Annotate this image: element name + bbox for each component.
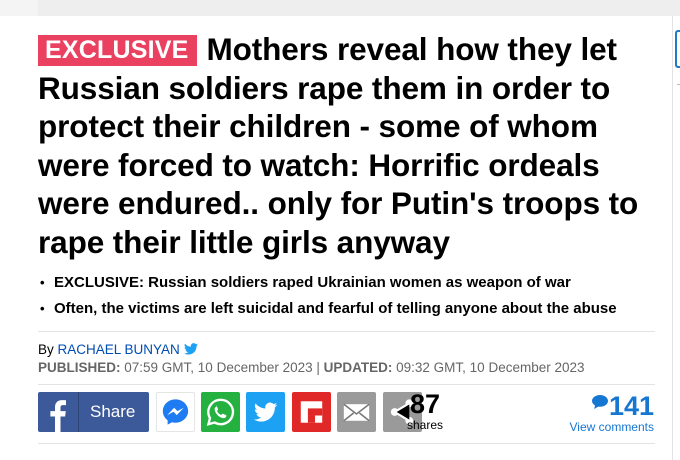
exclusive-badge: EXCLUSIVE xyxy=(38,35,197,66)
email-icon xyxy=(343,403,370,422)
bullet-lead: EXCLUSIVE: xyxy=(54,274,145,291)
updated-value: 09:32 GMT, 10 December 2023 xyxy=(392,360,585,375)
twitter-bird-icon[interactable] xyxy=(183,343,198,355)
byline-prefix: By xyxy=(38,342,58,357)
comment-count-number[interactable]: 141 xyxy=(609,391,654,421)
comment-count[interactable]: 141 xyxy=(570,393,654,420)
twitter-share-button[interactable] xyxy=(246,392,285,432)
whatsapp-icon xyxy=(206,398,235,426)
publish-dates: PUBLISHED: 07:59 GMT, 10 December 2023 |… xyxy=(38,359,585,376)
published-label: PUBLISHED: xyxy=(38,360,121,375)
sidebar-widget-edge[interactable] xyxy=(675,30,680,68)
divider xyxy=(38,443,655,444)
summary-bullet: • Often, the victims are left suicidal an… xyxy=(40,296,660,322)
right-sidebar-edge xyxy=(672,16,680,460)
byline: By RACHAEL BUNYAN xyxy=(38,341,198,358)
messenger-share-button[interactable] xyxy=(156,392,195,432)
bullet-dot-icon: • xyxy=(40,301,45,316)
flipboard-icon xyxy=(300,401,323,423)
share-count: 87 shares xyxy=(404,389,446,433)
twitter-icon xyxy=(253,402,278,422)
updated-label: UPDATED: xyxy=(323,360,393,375)
view-comments-link[interactable]: View comments xyxy=(570,420,654,434)
summary-bullet: • EXCLUSIVE: Russian soldiers raped Ukrai… xyxy=(40,270,660,296)
facebook-icon xyxy=(38,392,79,432)
facebook-share-button[interactable]: Share xyxy=(38,392,149,432)
published-value: 07:59 GMT, 10 December 2023 | xyxy=(120,360,324,375)
share-count-number: 87 xyxy=(409,389,441,419)
bullet-text: Russian soldiers raped Ukrainian women a… xyxy=(144,274,571,291)
bullet-text: Often, the victims are left suicidal and… xyxy=(54,300,617,317)
top-bar xyxy=(38,0,680,16)
share-count-label: shares xyxy=(406,418,444,432)
author-link[interactable]: RACHAEL BUNYAN xyxy=(58,342,180,357)
email-share-button[interactable] xyxy=(337,392,376,432)
messenger-icon xyxy=(162,399,189,425)
summary-bullets: • EXCLUSIVE: Russian soldiers raped Ukrai… xyxy=(40,270,660,322)
flipboard-share-button[interactable] xyxy=(292,392,331,432)
divider xyxy=(38,384,655,385)
divider xyxy=(38,331,655,332)
whatsapp-share-button[interactable] xyxy=(201,392,240,432)
article-headline: EXCLUSIVE Mothers reveal how they let Rus… xyxy=(38,30,666,262)
comments-link[interactable]: 141 View comments xyxy=(570,393,654,435)
bullet-dot-icon: • xyxy=(40,275,45,290)
comment-bubble-icon xyxy=(591,395,608,409)
facebook-share-label: Share xyxy=(90,402,136,421)
